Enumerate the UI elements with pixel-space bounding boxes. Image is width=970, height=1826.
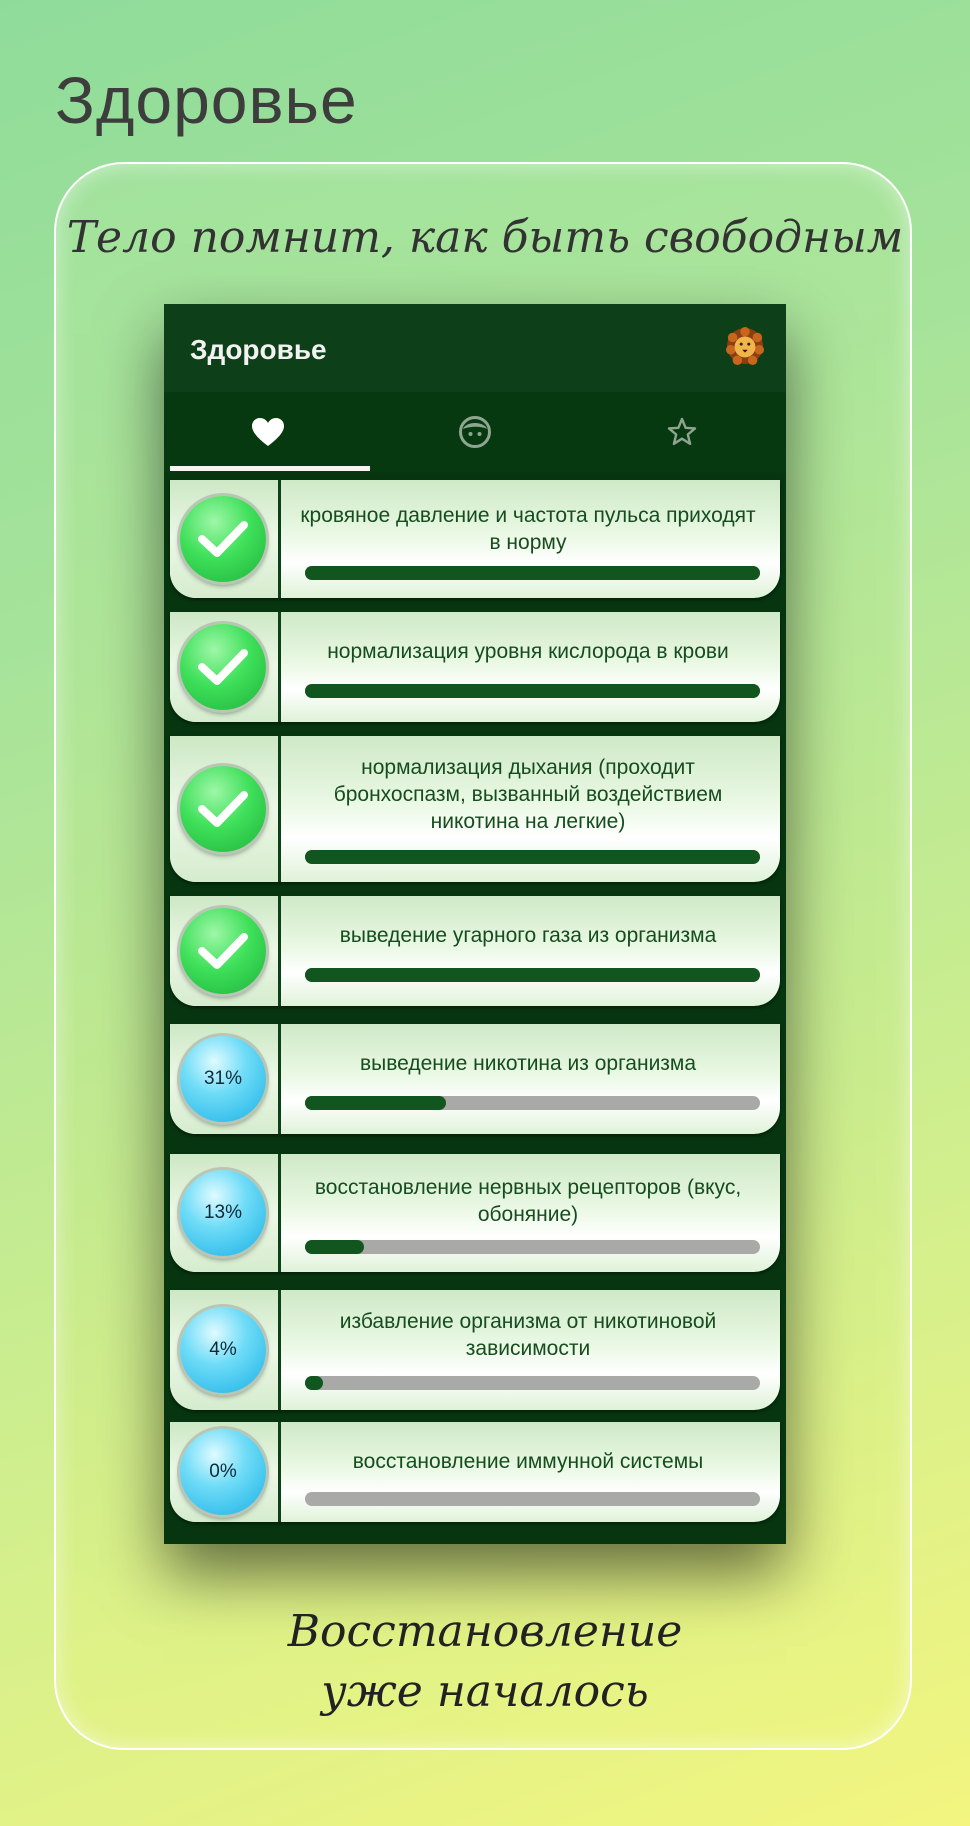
status-cell: 4%: [170, 1290, 281, 1410]
selected-tab-indicator: [170, 466, 370, 471]
list-item[interactable]: выведение угарного газа из организма: [170, 896, 780, 1006]
progress-bar-fill: [305, 684, 760, 698]
check-icon: [198, 521, 248, 557]
check-icon: [198, 649, 248, 685]
progress-bar: [305, 566, 760, 580]
item-title: нормализация дыхания (проходит бронхоспа…: [333, 756, 723, 833]
completed-badge: [180, 766, 266, 852]
percent-label: 13%: [203, 1202, 243, 1223]
percent-label: 31%: [203, 1068, 243, 1089]
tab-bar: [164, 392, 786, 472]
status-cell: [170, 896, 281, 1006]
progress-bar: [305, 968, 760, 982]
item-title: выведение угарного газа из организма: [339, 924, 717, 947]
page-heading: Здоровье: [55, 63, 358, 137]
status-cell: [170, 480, 281, 598]
tagline: Тело помнит, как быть свободным: [66, 212, 904, 263]
item-title: избавление организма от никотиновой зави…: [339, 1310, 717, 1360]
app-title: Здоровье: [190, 334, 327, 365]
status-cell: 13%: [170, 1154, 281, 1272]
item-title: выведение никотина из организма: [359, 1052, 697, 1075]
status-cell: 31%: [170, 1024, 281, 1134]
percent-label: 4%: [209, 1339, 237, 1360]
progress-badge: 13%: [180, 1170, 266, 1256]
progress-bar: [305, 1240, 760, 1254]
progress-bar-fill: [305, 1096, 447, 1110]
progress-bar-fill: [305, 850, 760, 864]
list-item[interactable]: 4% избавление организма от никотиновой за…: [170, 1290, 780, 1410]
tab-achievements[interactable]: [578, 392, 785, 472]
status-cell: [170, 612, 281, 722]
progress-badge: 31%: [180, 1036, 266, 1122]
progress-bar-fill: [305, 1376, 324, 1390]
face-icon: [458, 416, 491, 448]
list-item[interactable]: кровяное давление и частота пульса прихо…: [170, 480, 780, 598]
completed-badge: [180, 624, 266, 710]
progress-bar: [305, 850, 760, 864]
completed-badge: [180, 496, 266, 582]
item-title: кровяное давление и частота пульса прихо…: [300, 504, 756, 554]
progress-bar: [305, 1492, 760, 1506]
list-item[interactable]: 0% восстановление иммунной системы: [170, 1422, 780, 1522]
footer-caption: Восстановление уже началось: [0, 1602, 970, 1722]
progress-bar-fill: [305, 968, 760, 982]
status-cell: 0%: [170, 1422, 281, 1522]
list-item[interactable]: нормализация дыхания (проходит бронхоспа…: [170, 736, 780, 882]
progress-bar: [305, 1376, 760, 1390]
list-item[interactable]: 13% восстановление нервных рецепторов (вк…: [170, 1154, 780, 1272]
tab-health[interactable]: [164, 392, 371, 472]
item-title: восстановление нервных рецепторов (вкус,…: [314, 1176, 742, 1226]
progress-badge: 0%: [180, 1429, 266, 1515]
lion-icon[interactable]: [726, 327, 764, 365]
progress-bar-fill: [305, 1240, 365, 1254]
progress-bar-fill: [305, 566, 760, 580]
check-icon: [198, 933, 248, 969]
percent-label: 0%: [209, 1461, 237, 1482]
heart-icon: [251, 418, 284, 446]
list-item[interactable]: 31% выведение никотина из организма: [170, 1024, 780, 1134]
star-icon: [667, 417, 696, 445]
footer-line-1: Восстановление: [287, 1606, 683, 1657]
app-bar: Здоровье: [164, 304, 786, 392]
check-icon: [198, 791, 248, 827]
item-title: восстановление иммунной системы: [352, 1450, 704, 1473]
footer-line-2: уже началось: [321, 1666, 649, 1717]
completed-badge: [180, 908, 266, 994]
phone-screen: Здоровье кровяное давление и частота пул…: [164, 304, 786, 1544]
tab-profile[interactable]: [371, 392, 578, 472]
item-title: нормализация уровня кислорода в крови: [327, 640, 729, 663]
progress-badge: 4%: [180, 1307, 266, 1393]
list-item[interactable]: нормализация уровня кислорода в крови: [170, 612, 780, 722]
progress-bar: [305, 1096, 760, 1110]
progress-bar: [305, 684, 760, 698]
status-cell: [170, 736, 281, 882]
